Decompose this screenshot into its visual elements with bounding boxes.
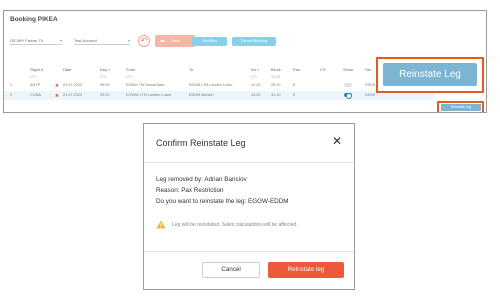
dep-time: 09:00 (100, 93, 110, 97)
warning-text: Leg will be reinstated. Sales calculatio… (172, 222, 298, 228)
table-row[interactable]: 1 AHYP ✖ 21.07.2023 09:00 EDMM 7fb Nomal… (4, 81, 434, 90)
divider (144, 251, 354, 252)
to-airport: EDDM Munich (189, 93, 214, 97)
sto-value: SSSS (365, 83, 376, 87)
flight-number: CONA (30, 93, 41, 97)
table-row[interactable]: 2 CONA ✖ 21.07.2023 09:00 EGWW LTN Londo… (4, 91, 434, 100)
account-select-value: Test Account (74, 38, 97, 43)
from-airport: EDMM 7fb Nomal Aiter... (126, 83, 168, 87)
subheader: 00:25 (271, 75, 280, 79)
dep-time: 09:00 (100, 83, 110, 87)
col-header-show: Show (343, 67, 354, 72)
modified-button[interactable]: Modified (192, 37, 227, 46)
show-toggle[interactable] (344, 93, 352, 99)
flight-number: AHYP (30, 83, 41, 87)
divider (144, 162, 354, 163)
row-number: 1 (10, 83, 13, 87)
row-number: 2 (10, 93, 13, 97)
col-header-cs: CS (320, 67, 326, 72)
leg-date: 21.07.2023 (63, 83, 83, 87)
reinstate-leg-button[interactable]: Reinstate Leg (383, 63, 477, 86)
pax-count: 8 (293, 83, 296, 87)
account-select[interactable]: Test Account ▾ (74, 37, 130, 45)
chevron-down-icon: ▾ (59, 38, 62, 43)
close-icon[interactable]: ✕ (332, 134, 342, 148)
remove-icon[interactable]: ✖ (55, 93, 59, 99)
col-header-date: Date (63, 67, 72, 72)
col-header-arr: Arr t (251, 67, 259, 72)
save-label: Save (171, 38, 181, 43)
leg-date: 21.07.2023 (63, 93, 83, 97)
save-button[interactable]: ☁ Save (155, 35, 195, 47)
col-header-dep: Dep t (100, 67, 110, 72)
cloud-icon: ☁ (159, 38, 165, 44)
to-airport: EDDM LTN London Luton (189, 83, 233, 87)
subheader: LTV (100, 75, 107, 79)
chevron-down-icon: ▾ (127, 38, 130, 43)
pax-count: 0 (293, 93, 296, 97)
cancel-booking-button[interactable]: Cancel Booking (232, 37, 276, 46)
reason-text: Reason: Pax Restriction (156, 187, 224, 194)
col-header-pax: Pax (293, 67, 300, 72)
col-header-block: Block (271, 67, 281, 72)
warning-icon (156, 220, 166, 229)
block-time: 29:10 (271, 83, 281, 87)
col-header-sto: Sto (365, 67, 372, 72)
subheader: LTV (126, 75, 133, 79)
reinstate-leg-confirm-button[interactable]: Reinstate leg (268, 262, 344, 278)
show-toggle[interactable] (344, 83, 352, 87)
removed-by-text: Leg removed by: Adrian Banciov (156, 176, 247, 183)
undo-icon[interactable]: ↶ (138, 35, 150, 47)
block-time: 31:10 (271, 93, 281, 97)
page-title: Booking PIKEA (10, 16, 58, 23)
col-header-flight: Flight # (30, 67, 44, 72)
arr-time: 11:10 (251, 83, 261, 87)
subheader: LTV (30, 75, 37, 79)
confirm-reinstate-dialog: Confirm Reinstate Leg ✕ Leg removed by: … (143, 123, 355, 290)
cancel-button[interactable]: Cancel (202, 262, 260, 278)
booking-panel: Booking PIKEA OE-MIY Falcon 7X ▾ Test Ac… (3, 10, 487, 113)
dialog-title: Confirm Reinstate Leg (156, 138, 246, 148)
subheader: LTV (251, 75, 258, 79)
question-text: Do you want to reinstate the leg: EGGW-E… (156, 198, 289, 205)
from-airport: EGWW LTN London Luton (126, 93, 171, 97)
remove-icon[interactable]: ✖ (55, 83, 59, 89)
col-header-from: From (126, 67, 136, 72)
aircraft-select-value: OE-MIY Falcon 7X (10, 38, 44, 43)
reinstate-leg-row-button[interactable]: Reinstate Leg (441, 104, 481, 111)
col-header-to: To (189, 67, 194, 72)
arr-time: 12:20 (251, 93, 261, 97)
sto-value: SSSS (365, 93, 376, 97)
aircraft-select[interactable]: OE-MIY Falcon 7X ▾ (10, 37, 62, 45)
